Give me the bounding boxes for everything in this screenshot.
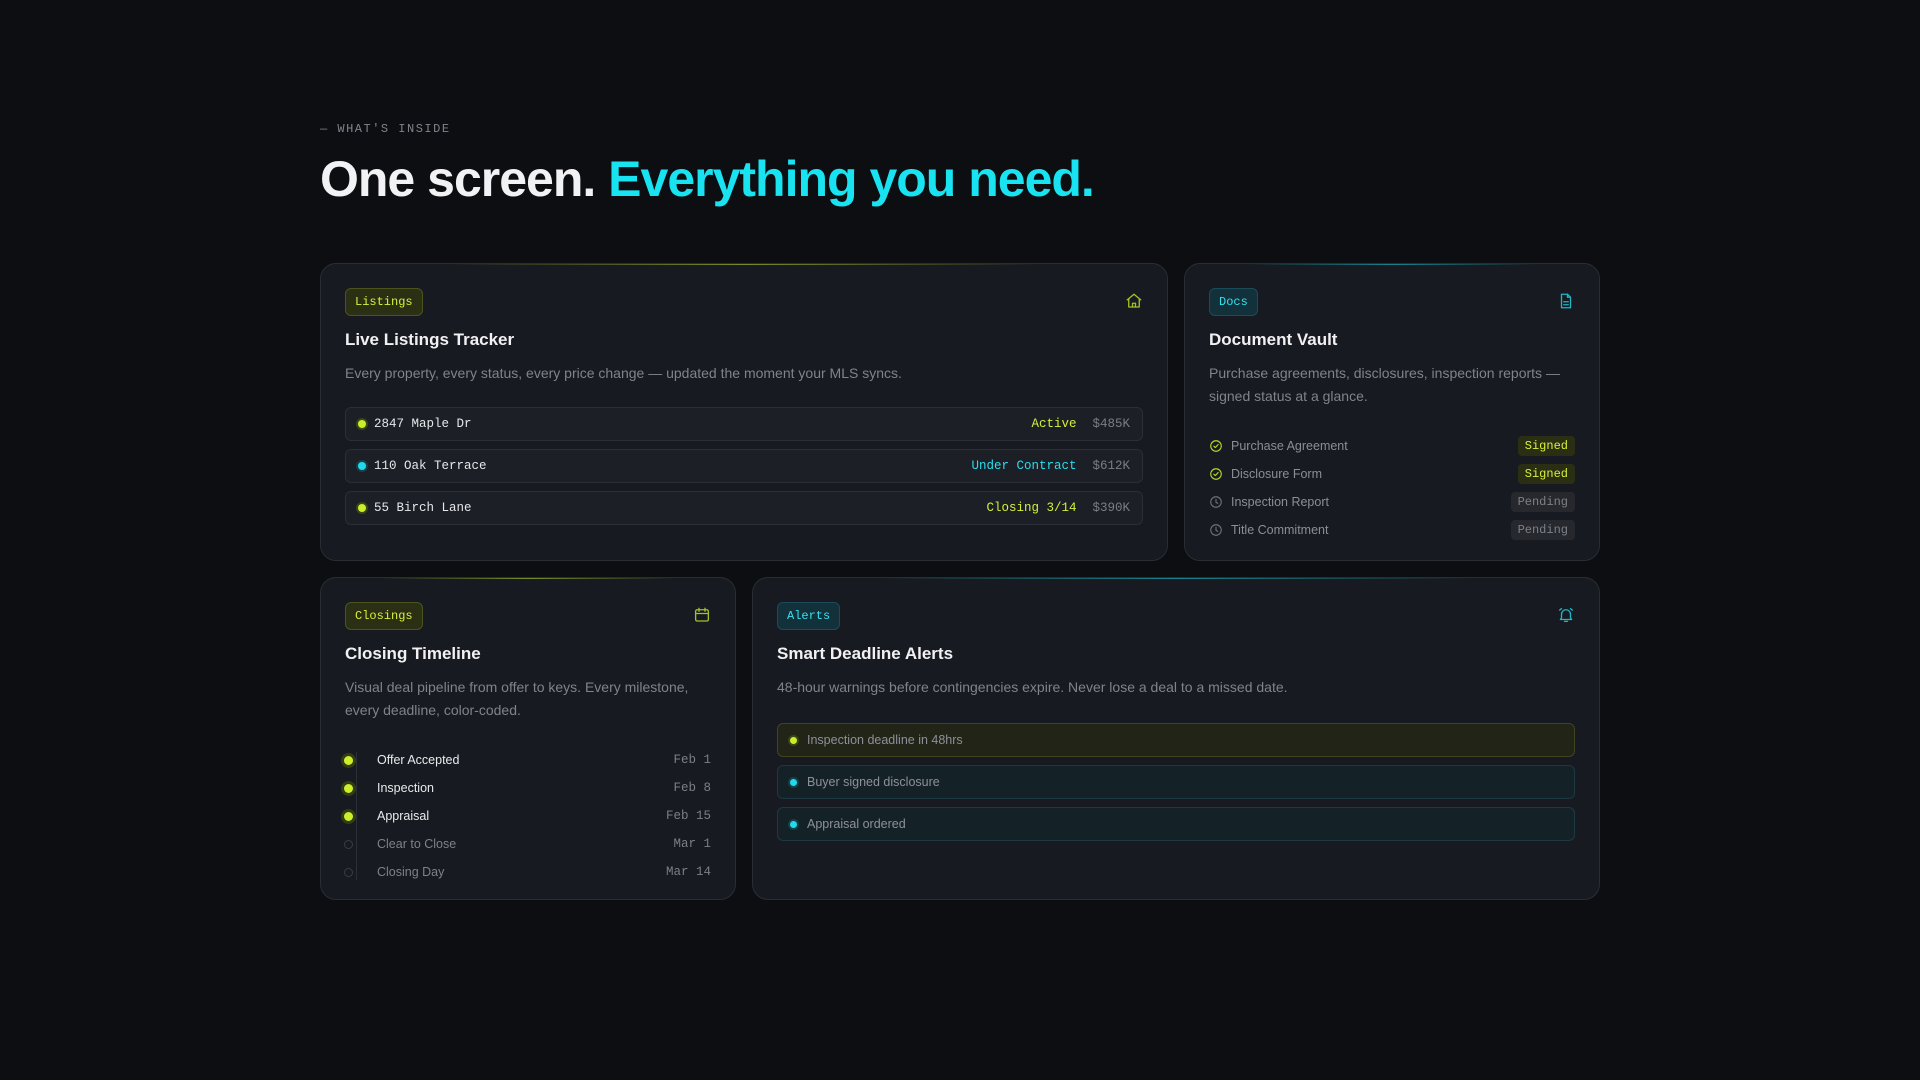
- closings-description: Visual deal pipeline from offer to keys.…: [345, 679, 689, 718]
- doc-name: Purchase Agreement: [1231, 439, 1348, 453]
- alert-item[interactable]: Buyer signed disclosure: [777, 765, 1575, 799]
- alerts-card: Alerts Smart Deadline Alerts 48-hour war…: [752, 577, 1600, 900]
- headline-accent: Everything you need.: [608, 151, 1095, 207]
- section-eyebrow: — WHAT'S INSIDE: [320, 122, 451, 136]
- doc-name: Title Commitment: [1231, 523, 1329, 537]
- listing-address: 55 Birch Lane: [374, 501, 472, 515]
- doc-row[interactable]: Disclosure Form Signed: [1209, 460, 1575, 488]
- docs-title: Document Vault: [1209, 330, 1338, 349]
- listings-title: Live Listings Tracker: [345, 330, 515, 349]
- listing-price: $390K: [1092, 501, 1130, 515]
- listings-card: Listings Live Listings Tracker Every pro…: [320, 263, 1168, 561]
- milestone-date: Feb 8: [673, 781, 711, 795]
- alert-text: Buyer signed disclosure: [807, 775, 940, 789]
- docs-card: Docs Document Vault Purchase agreements,…: [1184, 263, 1600, 561]
- milestone-label: Closing Day: [377, 865, 445, 879]
- milestone-dot: [344, 755, 353, 765]
- status-badge: Pending: [1510, 492, 1575, 512]
- timeline-step[interactable]: Clear to Close Mar 1: [344, 830, 711, 858]
- listing-address: 2847 Maple Dr: [374, 417, 472, 431]
- clock-icon: [1209, 495, 1223, 509]
- listing-row[interactable]: 2847 Maple Dr Active $485K: [345, 407, 1143, 441]
- alert-dot: [790, 820, 797, 828]
- milestone-label: Inspection: [377, 781, 434, 795]
- doc-row[interactable]: Title Commitment Pending: [1209, 516, 1575, 544]
- milestone-dot: [344, 783, 353, 793]
- alarm-bell-icon: [1557, 606, 1575, 624]
- listing-status: Under Contract: [971, 459, 1077, 473]
- docs-tag: Docs: [1209, 288, 1258, 316]
- doc-name: Disclosure Form: [1231, 467, 1322, 481]
- milestone-date: Mar 14: [665, 865, 711, 879]
- alerts-list: Inspection deadline in 48hrs Buyer signe…: [777, 723, 1575, 841]
- closing-timeline: Offer Accepted Feb 1 Inspection Feb 8 Ap…: [344, 746, 711, 886]
- alert-item[interactable]: Inspection deadline in 48hrs: [777, 723, 1575, 757]
- closings-title: Closing Timeline: [345, 644, 481, 663]
- milestone-label: Appraisal: [377, 809, 430, 823]
- listing-price: $612K: [1092, 459, 1130, 473]
- listings-list: 2847 Maple Dr Active $485K 110 Oak Terra…: [345, 407, 1143, 525]
- timeline-step[interactable]: Offer Accepted Feb 1: [344, 746, 711, 774]
- alert-text: Inspection deadline in 48hrs: [807, 733, 963, 747]
- home-icon: [1125, 292, 1143, 310]
- listing-status: Closing 3/14: [986, 501, 1077, 515]
- alerts-tag: Alerts: [777, 602, 841, 630]
- milestone-label: Clear to Close: [377, 837, 457, 851]
- closings-card: Closings Closing Timeline Visual deal pi…: [320, 577, 736, 900]
- listings-tag: Listings: [345, 288, 423, 316]
- listing-row[interactable]: 55 Birch Lane Closing 3/14 $390K: [345, 491, 1143, 525]
- doc-row[interactable]: Inspection Report Pending: [1209, 488, 1575, 516]
- listing-row[interactable]: 110 Oak Terrace Under Contract $612K: [345, 449, 1143, 483]
- docs-description: Purchase agreements, disclosures, inspec…: [1209, 365, 1560, 404]
- status-badge: Signed: [1517, 436, 1575, 456]
- doc-name: Inspection Report: [1231, 495, 1329, 509]
- listings-description: Every property, every status, every pric…: [345, 365, 902, 381]
- status-badge: Signed: [1517, 464, 1575, 484]
- milestone-dot: [344, 839, 353, 849]
- closings-tag: Closings: [345, 602, 423, 630]
- alerts-title: Smart Deadline Alerts: [777, 644, 954, 663]
- alert-text: Appraisal ordered: [807, 817, 906, 831]
- check-circle-icon: [1209, 467, 1223, 481]
- milestone-dot: [344, 811, 353, 821]
- listing-status: Active: [1031, 417, 1077, 431]
- docs-list: Purchase Agreement Signed Disclosure For…: [1209, 432, 1575, 544]
- status-dot: [358, 420, 366, 428]
- timeline-step[interactable]: Closing Day Mar 14: [344, 858, 711, 886]
- alert-item[interactable]: Appraisal ordered: [777, 807, 1575, 841]
- status-badge: Pending: [1510, 520, 1575, 540]
- headline-main: One screen.: [320, 151, 609, 207]
- doc-row[interactable]: Purchase Agreement Signed: [1209, 432, 1575, 460]
- timeline-step[interactable]: Inspection Feb 8: [344, 774, 711, 802]
- check-circle-icon: [1209, 439, 1223, 453]
- milestone-dot: [344, 867, 353, 877]
- status-dot: [358, 462, 366, 470]
- document-icon: [1557, 292, 1575, 310]
- listing-address: 110 Oak Terrace: [374, 459, 487, 473]
- section-headline: One screen. Everything you need.: [320, 150, 1095, 208]
- alert-dot: [790, 778, 797, 786]
- timeline-step[interactable]: Appraisal Feb 15: [344, 802, 711, 830]
- clock-icon: [1209, 523, 1223, 537]
- milestone-label: Offer Accepted: [377, 753, 460, 767]
- alerts-description: 48-hour warnings before contingencies ex…: [777, 679, 1288, 695]
- alert-dot: [790, 736, 797, 744]
- milestone-date: Mar 1: [673, 837, 711, 851]
- calendar-icon: [693, 606, 711, 624]
- milestone-date: Feb 15: [665, 809, 711, 823]
- listing-price: $485K: [1092, 417, 1130, 431]
- milestone-date: Feb 1: [673, 753, 711, 767]
- status-dot: [358, 504, 366, 512]
